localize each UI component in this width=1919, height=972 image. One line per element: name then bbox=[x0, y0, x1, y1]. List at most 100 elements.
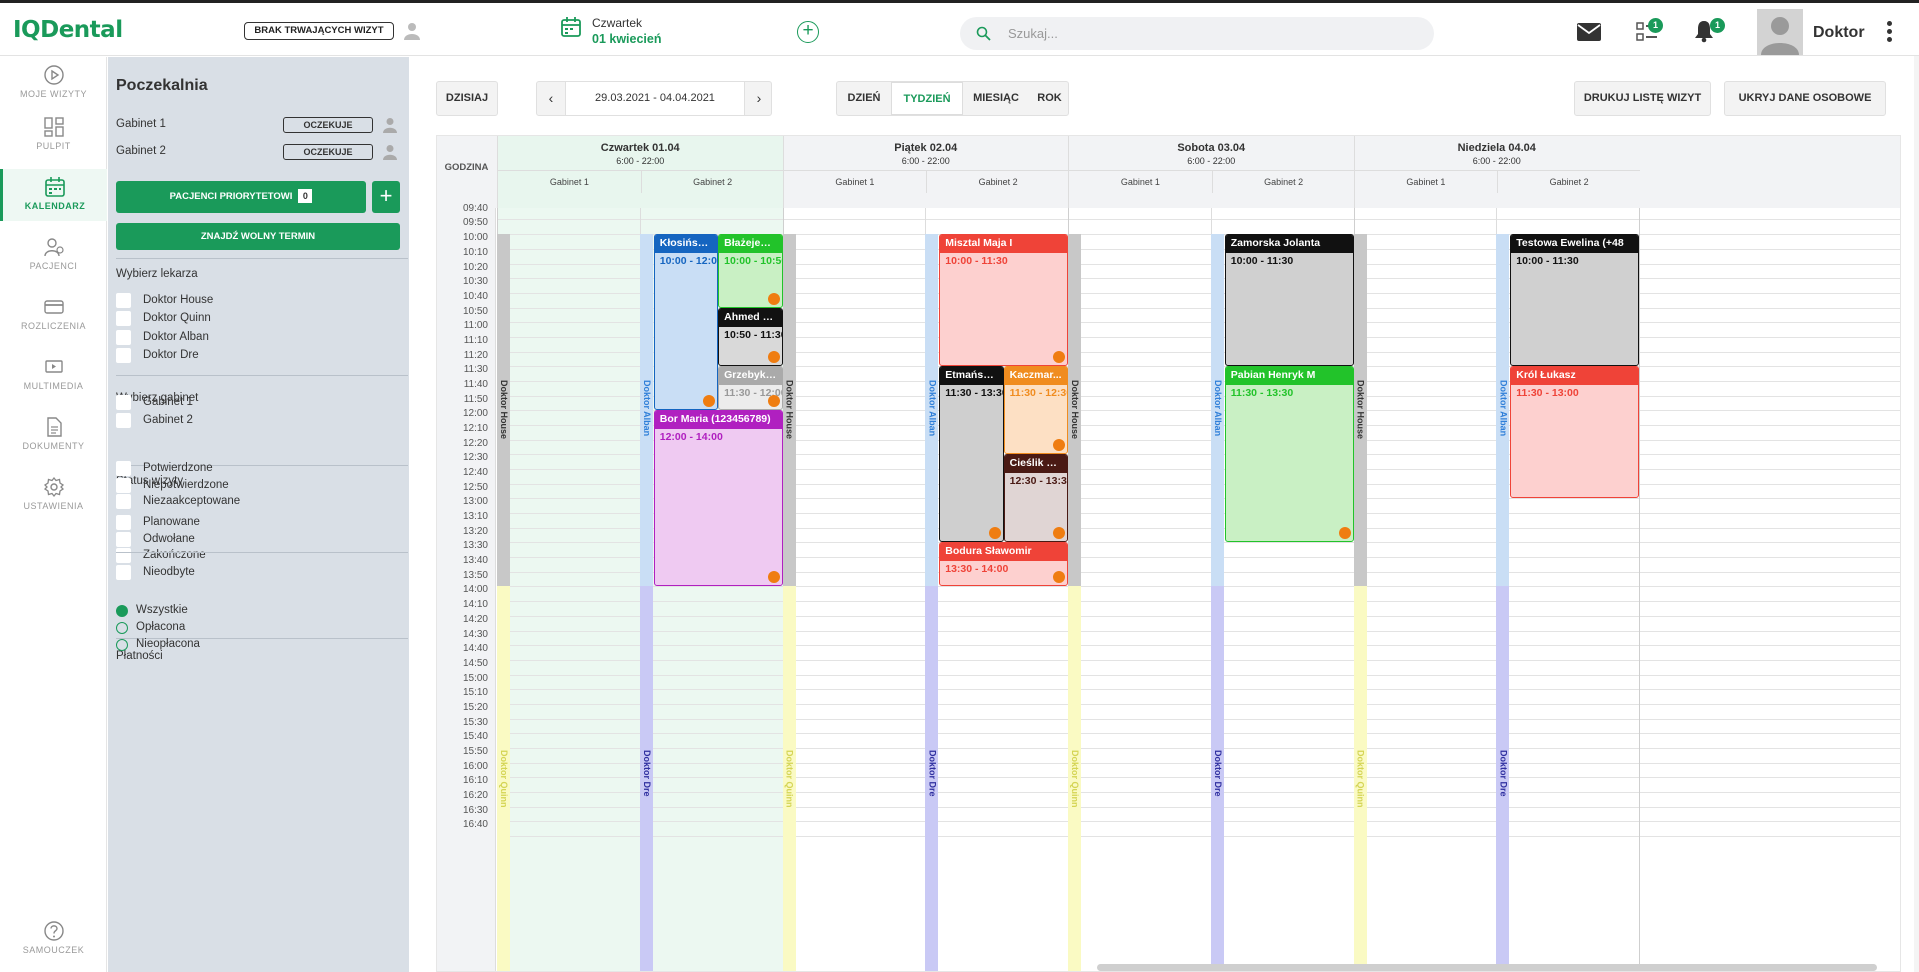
status-checkbox[interactable] bbox=[116, 477, 131, 493]
payment-option-label: Nieopłacona bbox=[136, 638, 200, 650]
status-checkbox[interactable] bbox=[116, 565, 131, 581]
search-bar[interactable] bbox=[960, 17, 1434, 50]
appointment-card[interactable]: Król Łukasz 11:30 - 13:00 bbox=[1510, 366, 1639, 499]
appointment-card[interactable]: Misztal Maja I 10:00 - 11:30 bbox=[939, 234, 1068, 367]
appointment-card[interactable]: Grzebyk ... 11:30 - 12:00 bbox=[718, 366, 783, 411]
next-week-button[interactable]: › bbox=[745, 82, 773, 115]
doctor-strip[interactable]: Doktor Alban bbox=[925, 234, 939, 587]
doctor-checkbox[interactable] bbox=[116, 311, 131, 327]
status-checkbox[interactable] bbox=[116, 494, 131, 509]
day-header[interactable]: Sobota 03.04 6:00 - 22:00 Gabinet 1 Gabinet… bbox=[1068, 136, 1355, 208]
avatar[interactable] bbox=[1757, 9, 1803, 55]
doctor-strip[interactable]: Doktor Quinn bbox=[1068, 586, 1081, 971]
status-checkbox[interactable] bbox=[116, 461, 131, 476]
doctor-strip[interactable]: Doktor Alban bbox=[1210, 234, 1224, 587]
appointment-card[interactable]: Testowa Ewelina (+48 10:00 - 11:30 bbox=[1510, 234, 1639, 367]
doctor-strip[interactable]: Doktor House bbox=[782, 234, 796, 587]
day-header[interactable]: Piątek 02.04 6:00 - 22:00 Gabinet 1 Gabinet… bbox=[782, 136, 1069, 208]
nav-my-visits[interactable]: MOJE WIZYTY bbox=[0, 57, 107, 109]
search-input[interactable] bbox=[1008, 17, 1418, 50]
day-header[interactable]: Czwartek 01.04 6:00 - 22:00 Gabinet 1 Gabin… bbox=[497, 136, 784, 208]
nav-settings[interactable]: USTAWIENIA bbox=[0, 469, 107, 521]
nav-multimedia[interactable]: MULTIMEDIA bbox=[0, 349, 107, 401]
view-week-tab[interactable]: TYDZIEŃ bbox=[891, 82, 963, 115]
doctor-strip[interactable]: Doktor Dre bbox=[639, 586, 653, 971]
doctor-strip[interactable]: Doktor Alban bbox=[1496, 234, 1510, 587]
phone-icon bbox=[767, 395, 780, 408]
mail-icon[interactable] bbox=[1577, 23, 1601, 41]
appointment-card[interactable]: Cieślik B... 12:30 - 13:30 bbox=[1003, 454, 1068, 543]
appointment-title: Cieślik B... bbox=[1004, 455, 1067, 474]
doctor-strip[interactable]: Doktor Dre bbox=[925, 586, 939, 971]
payment-radio[interactable] bbox=[116, 605, 128, 617]
priority-patients-button[interactable]: PACJENCI PRIORYTETOWI 0 bbox=[116, 181, 366, 213]
nav-calendar[interactable]: KALENDARZ bbox=[0, 169, 107, 221]
doctor-strip[interactable]: Doktor House bbox=[1068, 234, 1081, 587]
doctor-strip[interactable]: Doktor Quinn bbox=[497, 586, 510, 971]
phone-icon bbox=[1053, 351, 1065, 364]
appointment-time: 13:30 - 14:00 bbox=[945, 563, 1009, 576]
doctor-checkbox[interactable] bbox=[116, 329, 131, 345]
appointment-card[interactable]: Bor Maria (123456789) 12:00 - 14:00 bbox=[653, 410, 783, 587]
payment-radio[interactable] bbox=[116, 639, 128, 651]
time-label: 09:40 bbox=[462, 202, 488, 214]
time-label: 12:30 bbox=[462, 452, 488, 464]
appointment-card[interactable]: Etmańsk... 11:30 - 13:30 bbox=[939, 366, 1004, 543]
appointment-card[interactable]: Bodura Sławomir 13:30 - 14:00 bbox=[939, 542, 1068, 587]
page-scrollbar[interactable] bbox=[1914, 56, 1919, 972]
status-option-label: Niepotwierdzone bbox=[143, 478, 229, 491]
doctor-strip[interactable]: Doktor Dre bbox=[1210, 586, 1224, 971]
find-free-slot-button[interactable]: ZNAJDŹ WOLNY TERMIN bbox=[116, 223, 400, 250]
doctor-checkbox[interactable] bbox=[116, 293, 131, 308]
doctor-strip[interactable]: Doktor Quinn bbox=[782, 586, 796, 971]
no-visits-button[interactable]: BRAK TRWAJĄCYCH WIZYT bbox=[244, 22, 394, 40]
phone-icon bbox=[767, 292, 780, 305]
doctor-strip-label: Doktor House bbox=[1070, 380, 1080, 440]
room-checkbox[interactable] bbox=[116, 413, 131, 429]
user-name[interactable]: Doktor bbox=[1813, 24, 1865, 42]
status-checkbox[interactable] bbox=[116, 531, 131, 547]
app-logo[interactable]: IQDental bbox=[13, 17, 123, 43]
prev-week-button[interactable]: ‹ bbox=[537, 82, 565, 115]
nav-patients[interactable]: PACJENCI bbox=[0, 229, 107, 281]
horizontal-scrollbar[interactable] bbox=[1097, 964, 1877, 971]
appointment-card[interactable]: Kłosiński... 10:00 - 12:00 bbox=[653, 234, 719, 411]
payment-radio[interactable] bbox=[116, 622, 128, 634]
more-menu-icon[interactable] bbox=[1884, 21, 1894, 45]
nav-dashboard[interactable]: PULPIT bbox=[0, 109, 107, 161]
doctor-strip[interactable]: Doktor House bbox=[1353, 234, 1367, 587]
day-header[interactable]: Niedziela 04.04 6:00 - 22:00 Gabinet 1 Gabi… bbox=[1353, 136, 1640, 208]
appointment-card[interactable]: Zamorska Jolanta 10:00 - 11:30 bbox=[1224, 234, 1354, 367]
room-column-header: Gabinet 2 bbox=[1211, 170, 1355, 193]
doctor-strip[interactable]: Doktor Alban bbox=[639, 234, 653, 587]
doctor-strip[interactable]: Doktor Quinn bbox=[1353, 586, 1367, 971]
hide-personal-data-button[interactable]: UKRYJ DANE OSOBOWE bbox=[1724, 81, 1886, 116]
view-year-tab[interactable]: ROK bbox=[1029, 82, 1070, 115]
room-status-button[interactable]: OCZEKUJE bbox=[283, 144, 373, 160]
print-visits-button[interactable]: DRUKUJ LISTĘ WIZYT bbox=[1574, 81, 1711, 116]
add-priority-button[interactable]: + bbox=[372, 181, 400, 213]
nav-billing[interactable]: ROZLICZENIA bbox=[0, 289, 107, 341]
appointment-card[interactable]: Ahmed E... 10:50 - 11:30 bbox=[718, 307, 783, 367]
today-button[interactable]: DZISIAJ bbox=[436, 81, 498, 116]
status-checkbox[interactable] bbox=[116, 548, 131, 564]
view-month-tab[interactable]: MIESIĄC bbox=[963, 82, 1029, 115]
date-range[interactable]: 29.03.2021 - 04.04.2021 bbox=[565, 82, 745, 115]
status-checkbox[interactable] bbox=[116, 515, 131, 530]
hour-gridline bbox=[497, 762, 1900, 764]
room-status-button[interactable]: OCZEKUJE bbox=[283, 117, 373, 133]
nav-documents[interactable]: DOKUMENTY bbox=[0, 409, 107, 461]
appointment-card[interactable]: Kaczmar... 11:30 - 12:30 bbox=[1003, 366, 1068, 455]
room-checkbox[interactable] bbox=[116, 395, 131, 410]
appointment-card[interactable]: Pabian Henryk M 11:30 - 13:30 bbox=[1224, 366, 1354, 543]
add-visit-button[interactable]: + bbox=[797, 21, 819, 43]
doctor-checkbox[interactable] bbox=[116, 347, 131, 363]
user-icon[interactable] bbox=[404, 22, 420, 40]
view-day-tab[interactable]: DZIEŃ bbox=[837, 82, 891, 115]
current-date[interactable]: Czwartek 01 kwiecień bbox=[560, 16, 662, 46]
appointment-card[interactable]: Błażejew... 10:00 - 10:50 bbox=[718, 234, 783, 308]
nav-tutorial[interactable]: SAMOUCZEK bbox=[0, 913, 107, 965]
doctor-strip[interactable]: Doktor Dre bbox=[1496, 586, 1510, 971]
doctor-strip[interactable]: Doktor House bbox=[497, 234, 510, 587]
time-label: 11:30 bbox=[463, 364, 488, 376]
